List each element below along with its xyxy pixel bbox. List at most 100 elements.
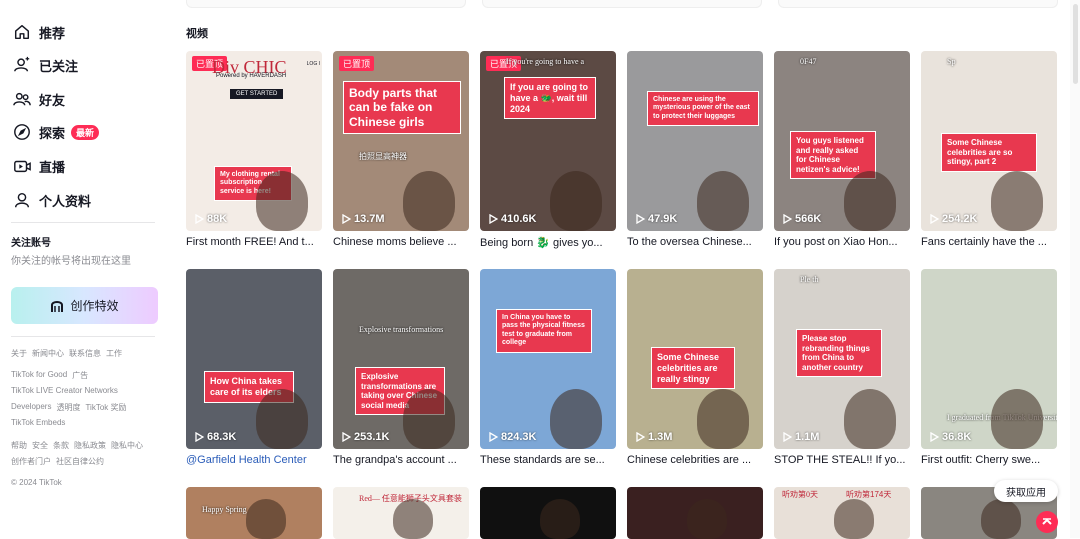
person-silhouette — [697, 389, 749, 449]
video-card[interactable]: Some Chinese celebrities are really stin… — [627, 269, 763, 466]
nav-item-1[interactable]: 已关注 — [13, 53, 78, 77]
footer-link[interactable]: 创作者门户 — [11, 456, 51, 467]
video-title[interactable]: Being born 🐉 gives yo... — [480, 236, 616, 249]
footer-link[interactable]: 新闻中心 — [32, 348, 64, 359]
previous-row-edge — [186, 0, 466, 8]
video-card[interactable]: 0F47 You guys listened and really asked … — [774, 51, 910, 248]
scrollbar-thumb[interactable] — [1073, 4, 1078, 84]
video-thumbnail[interactable]: Chinese are using the mysterious power o… — [627, 51, 763, 231]
video-thumbnail[interactable]: I graduated from TikTok University!!! 36… — [921, 269, 1057, 449]
video-title[interactable]: Chinese celebrities are ... — [627, 454, 763, 466]
footer-link[interactable]: TikTok for Good — [11, 370, 67, 381]
footer-link[interactable]: 关于 — [11, 348, 27, 359]
video-title[interactable]: STOP THE STEAL!! If yo... — [774, 454, 910, 466]
video-thumbnail[interactable]: 已置顶 Div CHIC Powered by HAVERDASH GET ST… — [186, 51, 322, 231]
video-card[interactable]: 听劝第0天 听劝第174天 — [774, 487, 910, 539]
nav-item-5[interactable]: 个人资料 — [13, 188, 91, 212]
footer-row: 关于 新闻中心 联系信息 工作 — [11, 348, 122, 359]
video-thumbnail[interactable]: Some Chinese celebrities are really stin… — [627, 269, 763, 449]
video-thumbnail[interactable]: Sp Some Chinese celebrities are so sting… — [921, 51, 1057, 231]
nav-item-3[interactable]: 探索 最新 — [13, 120, 100, 144]
nav-item-0[interactable]: 推荐 — [13, 20, 65, 44]
person-silhouette — [844, 171, 896, 231]
video-card[interactable]: Ple th Please stop rebranding things fro… — [774, 269, 910, 466]
view-count-value: 13.7M — [354, 213, 385, 225]
video-title[interactable]: If you post on Xiao Hon... — [774, 236, 910, 248]
footer-link[interactable]: 隐私政策 — [74, 440, 106, 451]
video-card[interactable] — [480, 487, 616, 539]
video-card[interactable]: Red— 任意能狮子头文具套装 — [333, 487, 469, 539]
nav-item-label: 个人资料 — [39, 193, 92, 209]
nav-item-2[interactable]: 好友 — [13, 87, 65, 111]
footer-row: Developers 透明度 TikTok 奖励 — [11, 402, 127, 413]
video-thumbnail[interactable]: In China you have to pass the physical f… — [480, 269, 616, 449]
video-card[interactable]: I graduated from TikTok University!!! 36… — [921, 269, 1057, 466]
video-title[interactable]: @Garfield Health Center — [186, 454, 322, 466]
video-title[interactable]: First month FREE! And t... — [186, 236, 322, 248]
video-card[interactable]: 已置顶 If you're going to have a If you are… — [480, 51, 616, 249]
video-thumbnail[interactable]: Explosive transformations Explosive tran… — [333, 269, 469, 449]
video-thumbnail[interactable]: Happy Spring — [186, 487, 322, 539]
pinned-badge: 已置顶 — [339, 56, 375, 71]
thumbnail-text: Ple th — [800, 275, 819, 284]
home-icon — [14, 24, 30, 40]
footer-link[interactable]: 社区自律公约 — [56, 456, 104, 467]
play-icon — [342, 432, 351, 442]
footer-link[interactable]: 隐私中心 — [111, 440, 143, 451]
footer-link[interactable]: 广告 — [72, 370, 88, 381]
create-effects-button[interactable]: 创作特效 — [11, 287, 158, 324]
video-title[interactable]: The grandpa's account ... — [333, 454, 469, 466]
video-title[interactable]: To the oversea Chinese... — [627, 236, 763, 248]
video-thumbnail[interactable]: How China takes care of its elders 68.3K — [186, 269, 322, 449]
footer-link[interactable]: TikTok 奖励 — [85, 402, 126, 413]
video-card[interactable]: How China takes care of its elders 68.3K… — [186, 269, 322, 466]
video-card[interactable]: Happy Spring — [186, 487, 322, 539]
video-thumbnail[interactable]: 听劝第0天 听劝第174天 — [774, 487, 910, 539]
footer-link[interactable]: 工作 — [106, 348, 122, 359]
video-title[interactable]: These standards are se... — [480, 454, 616, 466]
video-thumbnail[interactable]: Ple th Please stop rebranding things fro… — [774, 269, 910, 449]
video-card[interactable]: 已置顶 拍照显高神器 Body parts that can be fake o… — [333, 51, 469, 248]
person-silhouette — [550, 389, 602, 449]
video-card[interactable]: Explosive transformations Explosive tran… — [333, 269, 469, 466]
play-icon — [195, 432, 204, 442]
footer-link[interactable]: 条款 — [53, 440, 69, 451]
video-title[interactable]: Fans certainly have the ... — [921, 236, 1057, 248]
friends-icon — [13, 92, 31, 106]
video-card[interactable]: Chinese are using the mysterious power o… — [627, 51, 763, 248]
get-app-button[interactable]: 获取应用 — [994, 480, 1058, 502]
footer-link[interactable]: 联系信息 — [69, 348, 101, 359]
video-card[interactable]: 已置顶 Div CHIC Powered by HAVERDASH GET ST… — [186, 51, 322, 248]
video-thumbnail[interactable] — [480, 487, 616, 539]
play-icon — [489, 432, 498, 442]
video-title[interactable]: First outfit: Cherry swe... — [921, 454, 1057, 466]
thumbnail-text: GET STARTED — [230, 89, 284, 99]
footer-link[interactable]: 帮助 — [11, 440, 27, 451]
view-count-value: 36.8K — [942, 431, 972, 443]
person-silhouette — [981, 499, 1021, 539]
thumbnail-text: 0F47 — [800, 57, 817, 66]
view-count-value: 1.3M — [648, 431, 673, 443]
video-card[interactable]: In China you have to pass the physical f… — [480, 269, 616, 466]
thumbnail-text: 听劝第0天 — [782, 490, 818, 499]
view-count: 254.2K — [930, 213, 977, 225]
footer-link[interactable]: 安全 — [32, 440, 48, 451]
video-thumbnail[interactable]: 已置顶 拍照显高神器 Body parts that can be fake o… — [333, 51, 469, 231]
back-to-top-button[interactable] — [1036, 511, 1058, 533]
person-silhouette — [844, 389, 896, 449]
footer-link[interactable]: 透明度 — [56, 402, 80, 413]
video-title[interactable]: Chinese moms believe ... — [333, 236, 469, 248]
video-thumbnail[interactable]: 已置顶 If you're going to have a If you are… — [480, 51, 616, 231]
video-thumbnail[interactable] — [627, 487, 763, 539]
nav-item-4[interactable]: 直播 — [13, 154, 65, 178]
footer-link[interactable]: Developers — [11, 402, 51, 413]
video-card[interactable]: Sp Some Chinese celebrities are so sting… — [921, 51, 1057, 248]
video-thumbnail[interactable]: 0F47 You guys listened and really asked … — [774, 51, 910, 231]
footer-row: TikTok LIVE Creator Networks — [11, 386, 118, 395]
view-count-value: 566K — [795, 213, 822, 225]
video-thumbnail[interactable]: Red— 任意能狮子头文具套装 — [333, 487, 469, 539]
thumbnail-caption: If you are going to have a 🐲, wait till … — [504, 77, 596, 120]
video-card[interactable] — [627, 487, 763, 539]
footer-link[interactable]: TikTok Embeds — [11, 418, 65, 427]
footer-link[interactable]: TikTok LIVE Creator Networks — [11, 386, 118, 395]
